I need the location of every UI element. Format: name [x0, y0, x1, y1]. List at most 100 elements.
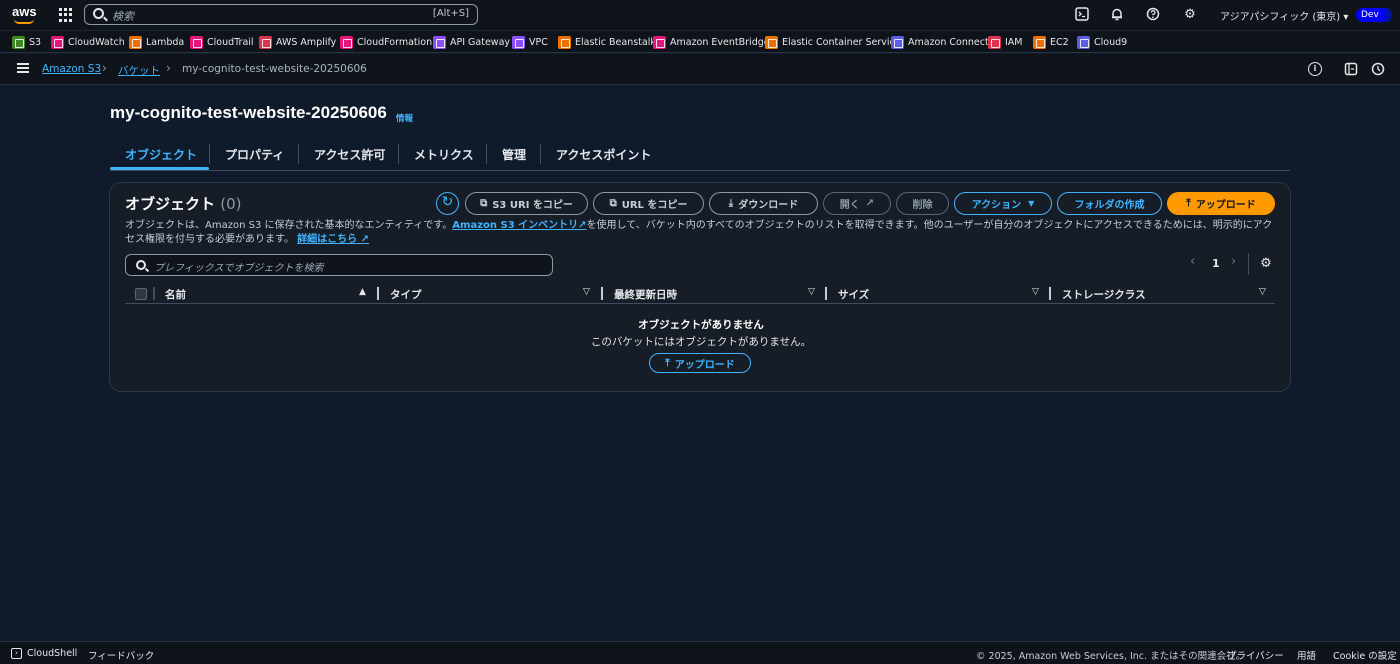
history-icon[interactable]	[1370, 62, 1386, 78]
copy-s3-uri-button[interactable]: ⧉ S3 URI をコピー	[465, 192, 588, 215]
sort-icon[interactable]: ▽	[1259, 287, 1266, 297]
column-last-modified[interactable]: 最終更新日時	[614, 287, 677, 302]
tab-metrics[interactable]: メトリクス	[414, 146, 474, 163]
global-search-input[interactable]: 検索 [Alt+S]	[84, 4, 478, 25]
favorite-vpc[interactable]: VPC	[512, 35, 548, 50]
cloudshell-icon[interactable]: ›	[11, 648, 22, 659]
column-divider[interactable]	[1049, 287, 1051, 300]
favorite-cloudformation[interactable]: CloudFormation	[340, 35, 432, 50]
settings-gear-icon[interactable]: ⚙	[1182, 7, 1198, 23]
favorite-elastic-beanstalk[interactable]: Elastic Beanstalk	[558, 35, 656, 50]
info-link[interactable]: 情報	[396, 112, 413, 124]
elastic-beanstalk-icon	[558, 36, 571, 49]
ecs-icon	[765, 36, 778, 49]
cloudwatch-icon	[51, 36, 64, 49]
favorite-amplify[interactable]: AWS Amplify	[259, 35, 336, 50]
objects-table-header: 名前 ▲ タイプ ▽ 最終更新日時 ▽ サイズ ▽ ストレージクラス ▽	[125, 284, 1275, 304]
favorite-ec2[interactable]: EC2	[1033, 35, 1069, 50]
column-divider[interactable]	[825, 287, 827, 300]
account-badge[interactable]: Dev	[1356, 8, 1392, 22]
sort-icon[interactable]: ▽	[1032, 287, 1039, 297]
download-button[interactable]: ⤓ ダウンロード	[709, 192, 818, 215]
help-icon[interactable]	[1145, 7, 1161, 23]
objects-heading: オブジェクト (0)	[125, 195, 242, 213]
tab-properties[interactable]: プロパティ	[225, 146, 284, 163]
delete-button[interactable]: 削除	[896, 192, 949, 215]
tab-permissions[interactable]: アクセス許可	[314, 146, 385, 163]
tab-objects[interactable]: オブジェクト	[125, 146, 197, 163]
column-type[interactable]: タイプ	[390, 287, 422, 302]
select-all-checkbox[interactable]	[135, 288, 147, 300]
favorite-cloudwatch[interactable]: CloudWatch	[51, 35, 125, 50]
copy-icon: ⧉	[480, 198, 488, 209]
region-selector[interactable]: アジアパシフィック (東京) ▾	[1220, 8, 1348, 23]
learn-more-link[interactable]: 詳細はこちら	[297, 234, 357, 245]
search-placeholder: 検索	[112, 10, 134, 23]
footer-terms[interactable]: 用語	[1297, 648, 1316, 662]
favorite-cloud9[interactable]: Cloud9	[1077, 35, 1127, 50]
column-divider[interactable]	[601, 287, 603, 300]
column-storage-class[interactable]: ストレージクラス	[1062, 287, 1146, 302]
tab-access-points[interactable]: アクセスポイント	[556, 146, 651, 163]
favorite-lambda[interactable]: Lambda	[129, 35, 184, 50]
sort-icon[interactable]: ▽	[808, 287, 815, 297]
breadcrumb-bar: Amazon S3 › バケット › my-cognito-test-websi…	[0, 54, 1400, 85]
bell-icon[interactable]	[1109, 7, 1125, 23]
vpc-icon	[512, 36, 525, 49]
favorite-ecs[interactable]: Elastic Container Service	[765, 35, 901, 50]
tab-divider	[486, 144, 487, 164]
tab-management[interactable]: 管理	[502, 146, 526, 163]
footer: › CloudShell フィードバック © 2025, Amazon Web …	[0, 641, 1400, 664]
services-menu-icon[interactable]	[59, 8, 73, 22]
column-size[interactable]: サイズ	[838, 287, 869, 302]
favorite-api-gateway[interactable]: API Gateway	[433, 35, 510, 50]
page-number[interactable]: 1	[1212, 257, 1220, 270]
aws-smile-icon	[14, 19, 34, 24]
next-page-icon[interactable]: ›	[1231, 254, 1236, 269]
external-link-icon: ↗	[865, 198, 875, 209]
upload-button[interactable]: ⤒ アップロード	[1167, 192, 1275, 215]
previous-page-icon[interactable]: ‹	[1190, 254, 1195, 269]
cloudshell-icon[interactable]	[1074, 7, 1090, 23]
upload-icon: ⤒	[665, 357, 670, 369]
create-folder-button[interactable]: フォルダの作成	[1057, 192, 1162, 215]
actions-dropdown[interactable]: アクション ▼	[954, 192, 1052, 215]
column-name[interactable]: 名前	[165, 287, 186, 302]
footer-cookie-settings[interactable]: Cookie の設定	[1333, 648, 1397, 662]
pager-divider	[1248, 253, 1249, 275]
favorite-s3[interactable]: S3	[12, 35, 41, 50]
open-button[interactable]: 開く ↗	[823, 192, 891, 215]
empty-state-title: オブジェクトがありません	[638, 319, 764, 331]
hamburger-menu-icon[interactable]	[17, 63, 29, 73]
aws-logo-text: aws	[12, 4, 37, 19]
info-circle-icon[interactable]: i	[1308, 62, 1322, 76]
active-tab-indicator	[110, 167, 209, 170]
sort-ascending-icon[interactable]: ▲	[359, 287, 366, 297]
object-search-placeholder: プレフィックスでオブジェクトを検索	[154, 263, 324, 274]
footer-feedback[interactable]: フィードバック	[88, 648, 154, 662]
table-preferences-gear-icon[interactable]: ⚙	[1259, 257, 1273, 271]
footer-privacy[interactable]: プライバシー	[1227, 648, 1284, 662]
sort-icon[interactable]: ▽	[583, 287, 590, 297]
empty-state-upload-button[interactable]: ⤒ アップロード	[649, 353, 751, 373]
aws-logo[interactable]: aws	[12, 4, 38, 26]
cloudformation-icon	[340, 36, 353, 49]
refresh-button[interactable]: ↻	[436, 192, 459, 215]
favorite-iam[interactable]: IAM	[988, 35, 1023, 50]
breadcrumb-buckets[interactable]: バケット	[118, 63, 160, 78]
footer-cloudshell[interactable]: CloudShell	[27, 648, 77, 659]
panel-toggle-icon[interactable]	[1343, 62, 1359, 78]
favorite-connect[interactable]: Amazon Connect	[891, 35, 989, 50]
search-shortcut: [Alt+S]	[432, 8, 469, 19]
inventory-link[interactable]: Amazon S3 インベントリ	[452, 220, 578, 231]
column-divider[interactable]	[377, 287, 379, 300]
top-navigation-bar: aws 検索 [Alt+S] ⚙ アジアパシフィック (東京) ▾ Dev	[0, 0, 1400, 30]
empty-state-subtitle: このバケットにはオブジェクトがありません。	[590, 336, 812, 348]
favorite-eventbridge[interactable]: Amazon EventBridge	[653, 35, 770, 50]
favorite-cloudtrail[interactable]: CloudTrail	[190, 35, 254, 50]
copy-url-button[interactable]: ⧉ URL をコピー	[593, 192, 704, 215]
favorites-bar: S3 CloudWatch Lambda CloudTrail AWS Ampl…	[0, 30, 1400, 53]
breadcrumb-amazon-s3[interactable]: Amazon S3	[42, 63, 101, 75]
object-search-input[interactable]: プレフィックスでオブジェクトを検索	[125, 254, 553, 276]
bucket-tabs: オブジェクト プロパティ アクセス許可 メトリクス 管理 アクセスポイント	[110, 140, 1290, 171]
